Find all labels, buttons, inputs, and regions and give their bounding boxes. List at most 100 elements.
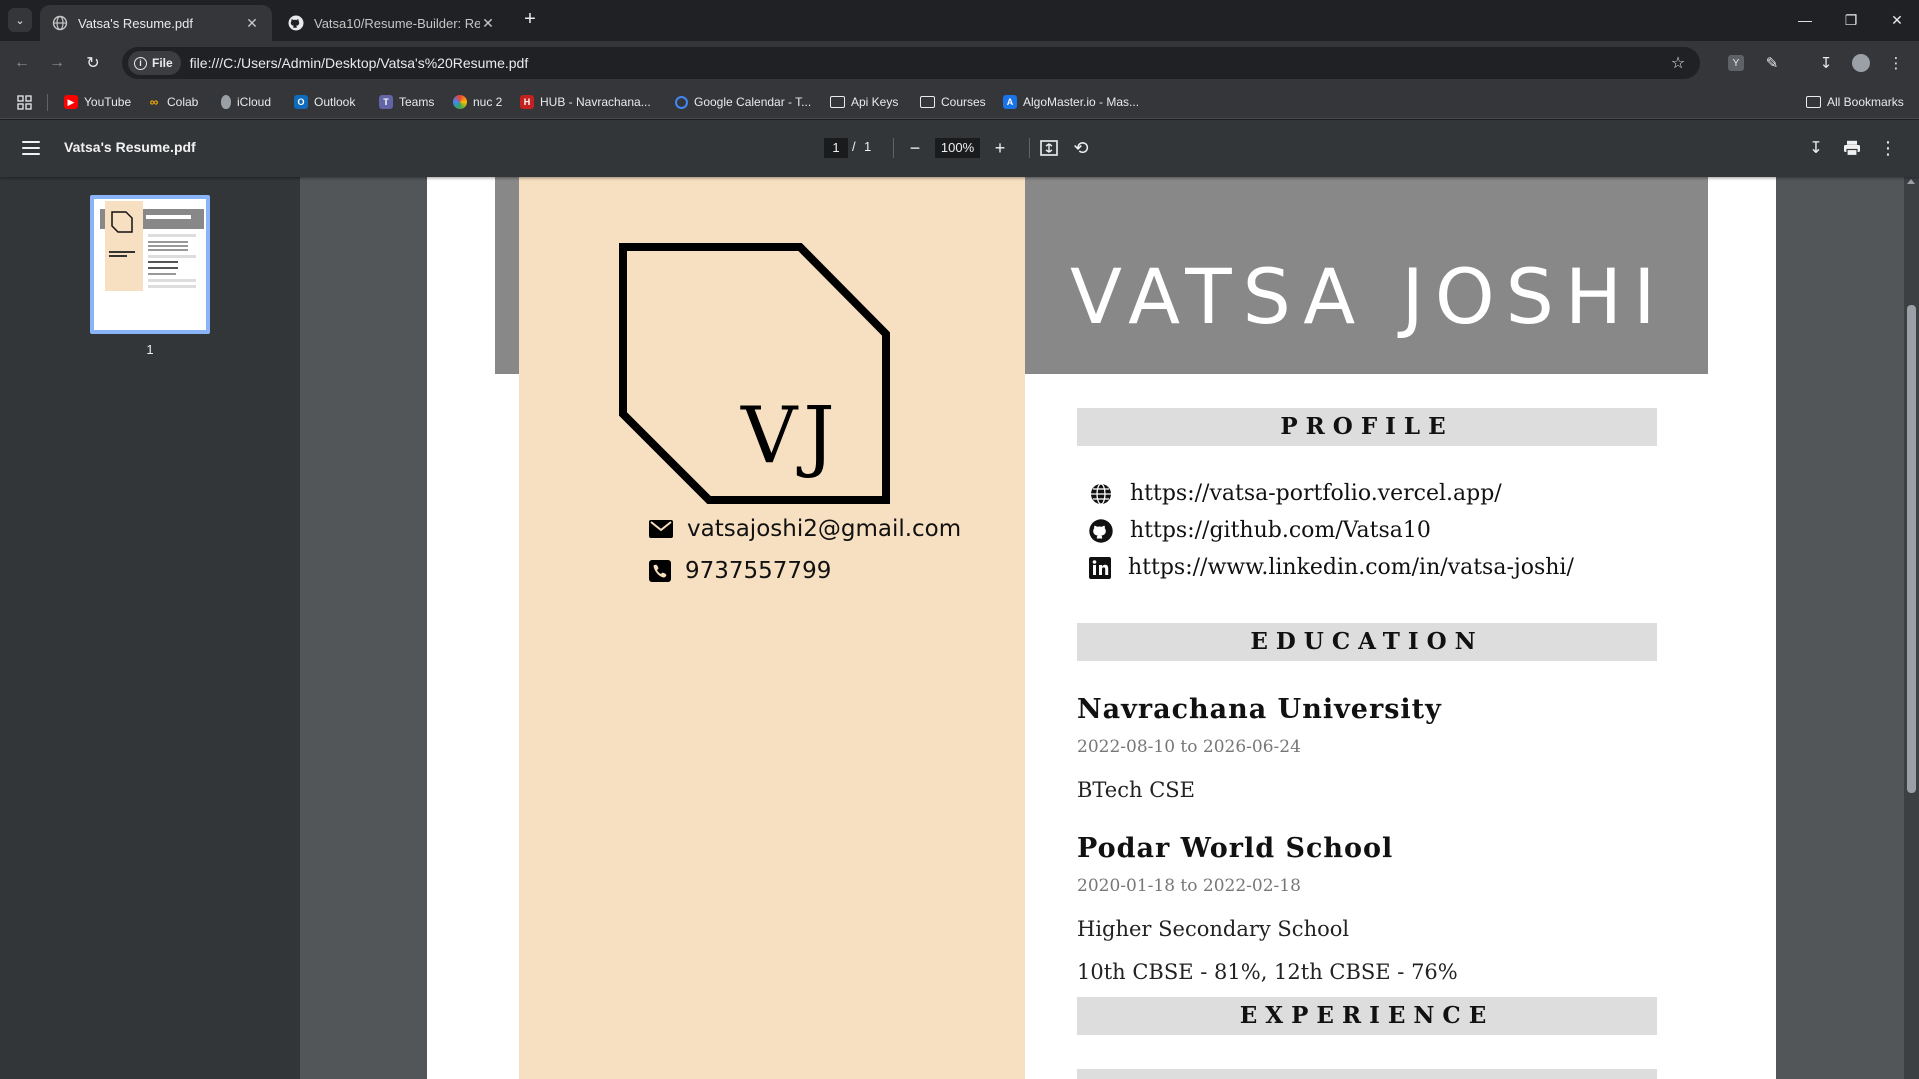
globe-icon [52, 15, 68, 31]
folder-icon [920, 96, 935, 108]
chip-label: File [152, 56, 173, 70]
page-number-input[interactable]: 1 [824, 138, 848, 158]
bookmark-colab[interactable]: ∞ Colab [147, 92, 199, 112]
bookmark-outlook[interactable]: O Outlook [294, 92, 355, 112]
bookmark-label: Google Calendar - T... [694, 95, 812, 109]
toolbar-divider [893, 138, 894, 158]
github-icon [288, 15, 304, 31]
bookmark-folder-courses[interactable]: Courses [920, 92, 986, 112]
education-degree: Higher Secondary School [1077, 917, 1350, 941]
education-institution: Navrachana University [1077, 694, 1442, 725]
pdf-viewer-toolbar: Vatsa's Resume.pdf 1 / 1 − 100% + ⟲ ↧ ⋮ [0, 120, 1919, 177]
phone-text: 9737557799 [685, 558, 832, 584]
portfolio-url: https://vatsa-portfolio.vercel.app/ [1130, 481, 1502, 506]
download-icon[interactable]: ↧ [1804, 136, 1828, 160]
extension-y-label: Y [1728, 55, 1744, 71]
bookmark-label: Api Keys [851, 95, 899, 109]
github-icon [1089, 518, 1113, 543]
section-heading-profile: PROFILE [1077, 408, 1657, 446]
page-separator: / [852, 139, 856, 154]
portfolio-link[interactable]: https://vatsa-portfolio.vercel.app/ [1089, 481, 1502, 506]
bookmark-label: nuc 2 [473, 95, 503, 109]
rotate-icon[interactable]: ⟲ [1069, 136, 1093, 160]
education-institution: Podar World School [1077, 833, 1394, 864]
close-icon[interactable]: ✕ [480, 15, 496, 31]
address-bar[interactable]: i File file:///C:/Users/Admin/Desktop/Va… [122, 47, 1700, 79]
outlook-icon: O [294, 95, 308, 109]
fit-page-icon[interactable] [1037, 136, 1061, 160]
forward-icon[interactable]: → [44, 50, 70, 76]
close-window-icon[interactable]: ✕ [1883, 8, 1911, 32]
bookmark-label: iCloud [237, 95, 272, 109]
zoom-in-icon[interactable]: + [988, 136, 1012, 160]
page-thumbnail[interactable] [90, 195, 210, 334]
section-heading-experience: EXPERIENCE [1077, 997, 1657, 1035]
document-viewport[interactable]: VJ vatsajoshi2@gmail.com 9737557799 VATS… [300, 177, 1919, 1079]
monogram-text: VJ [740, 391, 841, 481]
bookmark-label: HUB - Navrachana... [540, 95, 651, 109]
url-text[interactable]: file:///C:/Users/Admin/Desktop/Vatsa's%2… [190, 55, 1666, 71]
chevron-down-icon: ⌄ [15, 14, 25, 27]
sidebar-menu-icon[interactable] [20, 138, 42, 158]
zoom-out-icon[interactable]: − [903, 136, 927, 160]
tab-search-button[interactable]: ⌄ [8, 8, 32, 32]
profile-avatar-icon[interactable] [1849, 51, 1873, 75]
linkedin-url: https://www.linkedin.com/in/vatsa-joshi/ [1128, 555, 1574, 580]
zoom-input[interactable]: 100% [935, 138, 980, 158]
bookmark-google-calendar[interactable]: Google Calendar - T... [675, 92, 811, 112]
restore-icon[interactable]: ❐ [1837, 8, 1865, 32]
new-tab-button[interactable]: + [520, 9, 540, 31]
linkedin-icon [1089, 556, 1111, 579]
all-bookmarks-button[interactable]: All Bookmarks [1806, 92, 1904, 112]
bookmark-icloud[interactable]: iCloud [221, 92, 271, 112]
google-icon [675, 95, 688, 109]
downloads-icon[interactable]: ↧ [1814, 51, 1838, 75]
close-icon[interactable]: ✕ [244, 15, 260, 31]
bookmark-teams[interactable]: T Teams [379, 92, 434, 112]
section-heading-partial [1077, 1069, 1657, 1079]
reload-icon[interactable]: ↻ [80, 50, 106, 76]
envelope-icon [649, 520, 673, 538]
bookmark-youtube[interactable]: ▶ YouTube [64, 92, 131, 112]
extension-y-icon[interactable]: Y [1724, 51, 1748, 75]
apps-grid-icon[interactable] [17, 92, 32, 112]
browser-menu-icon[interactable]: ⋮ [1884, 51, 1908, 75]
phone-icon [649, 560, 671, 582]
site-info-chip[interactable]: i File [128, 51, 181, 75]
thumbnail-sidebar: 1 [0, 177, 300, 1079]
print-icon[interactable] [1840, 136, 1864, 160]
scrollbar-thumb[interactable] [1907, 305, 1916, 793]
bookmark-nuc2[interactable]: nuc 2 [453, 92, 502, 112]
back-icon[interactable]: ← [9, 50, 35, 76]
youtube-icon: ▶ [64, 95, 78, 109]
education-dates: 2020-01-18 to 2022-02-18 [1077, 876, 1301, 896]
bookmark-hub[interactable]: H HUB - Navrachana... [520, 92, 651, 112]
bookmark-label: AlgoMaster.io - Mas... [1023, 95, 1140, 109]
bookmarks-separator [47, 94, 48, 111]
tab-github-resume-builder[interactable]: Vatsa10/Resume-Builder: Resum ✕ [276, 5, 508, 41]
scroll-up-icon[interactable] [1907, 179, 1915, 184]
tab-title: Vatsa's Resume.pdf [78, 15, 193, 31]
thumbnail-page-number: 1 [146, 342, 154, 357]
colab-icon: ∞ [149, 95, 159, 109]
algomaster-icon: A [1003, 95, 1017, 109]
section-heading-education: EDUCATION [1077, 623, 1657, 661]
vertical-scrollbar[interactable] [1904, 177, 1919, 1079]
phone-contact: 9737557799 [649, 558, 831, 584]
resume-name: VATSA JOSHI [1070, 252, 1667, 341]
extensions-puzzle-icon[interactable]: ✎ [1760, 51, 1784, 75]
folder-icon [1806, 96, 1821, 108]
minimize-icon[interactable]: — [1791, 8, 1819, 32]
bookmark-algomaster[interactable]: A AlgoMaster.io - Mas... [1003, 92, 1139, 112]
linkedin-link[interactable]: https://www.linkedin.com/in/vatsa-joshi/ [1089, 555, 1574, 580]
education-scores: 10th CBSE - 81%, 12th CBSE - 76% [1077, 960, 1458, 984]
document-title: Vatsa's Resume.pdf [64, 139, 196, 155]
github-link[interactable]: https://github.com/Vatsa10 [1089, 518, 1431, 543]
more-options-icon[interactable]: ⋮ [1876, 136, 1900, 160]
bookmark-star-icon[interactable]: ☆ [1666, 51, 1690, 75]
bookmarks-bar: ▶ YouTube ∞ Colab iCloud O Outlook T Tea… [0, 85, 1919, 119]
tab-resume-pdf[interactable]: Vatsa's Resume.pdf ✕ [40, 5, 272, 41]
bookmark-folder-api-keys[interactable]: Api Keys [830, 92, 898, 112]
thumbnail-preview [96, 201, 204, 328]
globe-icon [1091, 482, 1111, 505]
